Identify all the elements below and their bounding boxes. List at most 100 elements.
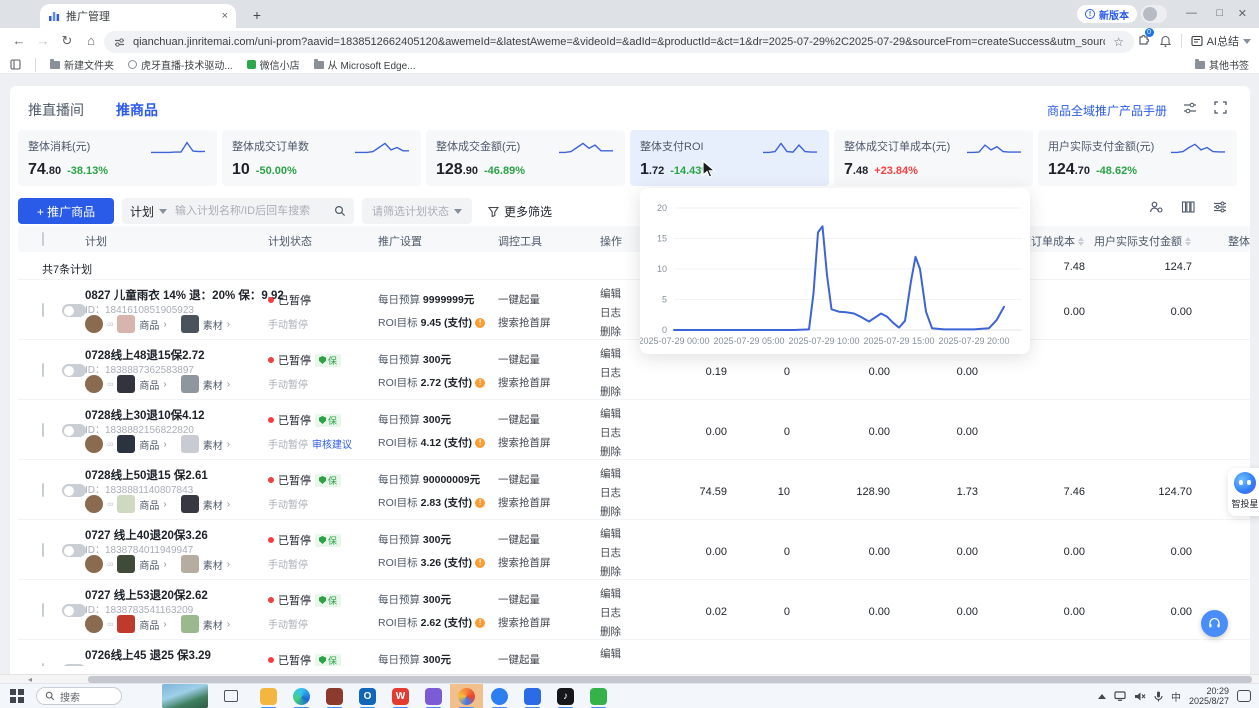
material-link[interactable]: 素材 xyxy=(203,497,223,512)
operation-link[interactable]: 编辑 xyxy=(600,286,621,301)
tool-link[interactable]: 一键起量 xyxy=(498,592,551,607)
operation-link[interactable]: 编辑 xyxy=(600,586,621,601)
extension-icon[interactable]: 0 xyxy=(1137,32,1150,50)
display-icon[interactable] xyxy=(1114,691,1126,701)
taskbar-app-blue-app[interactable] xyxy=(516,684,549,708)
taskbar-app-green-app[interactable] xyxy=(582,684,615,708)
tool-link[interactable]: 一键起量 xyxy=(498,412,551,427)
material-link[interactable]: 素材 xyxy=(203,617,223,632)
row-toggle-switch[interactable] xyxy=(62,484,86,497)
info-icon[interactable]: ! xyxy=(475,318,485,328)
taskbar-app-wps[interactable]: W xyxy=(384,684,417,708)
stat-card-2[interactable]: 整体成交金额(元)128.90-46.89% xyxy=(426,130,625,186)
product-link[interactable]: 商品 xyxy=(139,437,159,452)
filter-settings-icon[interactable] xyxy=(1213,200,1227,214)
task-view-icon[interactable] xyxy=(224,690,238,702)
taskbar-app-blue-circle-app[interactable] xyxy=(483,684,516,708)
other-bookmarks[interactable]: 其他书签 xyxy=(1195,57,1249,72)
forward-button[interactable]: → xyxy=(34,33,52,48)
material-link[interactable]: 素材 xyxy=(203,377,223,392)
tab-products[interactable]: 推商品 xyxy=(116,100,158,120)
plan-status-select[interactable]: 请筛选计划状态 xyxy=(362,198,472,224)
tool-link[interactable]: 搜索抢首屏 xyxy=(498,615,551,630)
profile-avatar[interactable] xyxy=(1141,5,1167,23)
info-icon[interactable]: ! xyxy=(475,498,485,508)
stat-card-1[interactable]: 整体成交订单数10-50.00% xyxy=(222,130,421,186)
window-minimize-button[interactable]: — xyxy=(1186,7,1197,19)
operation-link[interactable]: 编辑 xyxy=(600,346,621,361)
operation-link[interactable]: 编辑 xyxy=(600,526,621,541)
operation-link[interactable]: 日志 xyxy=(600,485,621,500)
tool-link[interactable]: 搜索抢首屏 xyxy=(498,315,551,330)
ai-summary-button[interactable]: AI总结 xyxy=(1191,33,1251,49)
review-suggestion-link[interactable]: 审核建议 xyxy=(312,440,352,451)
side-panel-icon[interactable] xyxy=(10,59,21,70)
display-settings-icon[interactable] xyxy=(1183,101,1197,115)
row-checkbox[interactable] xyxy=(42,363,44,377)
stat-card-4[interactable]: 整体成交订单成本(元)7.48+23.84% xyxy=(834,130,1033,186)
tune-icon[interactable] xyxy=(114,37,125,48)
window-maximize-button[interactable]: □ xyxy=(1216,7,1223,19)
tool-link[interactable]: 一键起量 xyxy=(498,532,551,547)
new-tab-button[interactable]: + xyxy=(248,7,266,23)
material-link[interactable]: 素材 xyxy=(203,437,223,452)
bookmark-star-icon[interactable]: ☆ xyxy=(1113,35,1124,49)
operation-link[interactable]: 日志 xyxy=(600,605,621,620)
plan-type-select[interactable]: 计划 xyxy=(122,203,175,220)
start-button[interactable] xyxy=(10,689,24,703)
operation-link[interactable]: 删除 xyxy=(600,564,621,579)
product-link[interactable]: 商品 xyxy=(139,617,159,632)
bell-icon[interactable] xyxy=(1159,35,1172,48)
bookmark-item[interactable]: 微信小店 xyxy=(247,57,300,72)
row-toggle-switch[interactable] xyxy=(62,304,86,317)
tab-live-room[interactable]: 推直播间 xyxy=(28,100,84,120)
taskbar-app-file-explorer[interactable] xyxy=(252,684,285,708)
product-link[interactable]: 商品 xyxy=(139,377,159,392)
row-toggle-switch[interactable] xyxy=(62,424,86,437)
search-icon[interactable] xyxy=(334,205,346,217)
sort-icon[interactable] xyxy=(1185,237,1192,246)
weather-widget-thumbnail[interactable] xyxy=(162,684,208,708)
row-toggle-switch[interactable] xyxy=(62,364,86,377)
bookmark-item[interactable]: 从 Microsoft Edge... xyxy=(314,57,416,72)
taskbar-app-purple-app[interactable] xyxy=(417,684,450,708)
row-toggle-switch[interactable] xyxy=(62,544,86,557)
tab-close-icon[interactable]: × xyxy=(222,10,228,22)
operation-link[interactable]: 编辑 xyxy=(600,646,621,661)
row-toggle-switch[interactable] xyxy=(62,604,86,617)
row-checkbox[interactable] xyxy=(42,543,44,557)
taskbar-search[interactable]: 搜索 xyxy=(36,687,122,705)
operation-link[interactable]: 删除 xyxy=(600,624,621,639)
operation-link[interactable]: 编辑 xyxy=(600,466,621,481)
operation-link[interactable]: 编辑 xyxy=(600,406,621,421)
column-settings-icon[interactable] xyxy=(1181,200,1195,214)
tool-link[interactable]: 一键起量 xyxy=(498,352,551,367)
more-filters-button[interactable]: 更多筛选 xyxy=(488,203,552,220)
speaker-mute-icon[interactable] xyxy=(1134,691,1146,702)
column-header[interactable]: 整体 xyxy=(1228,233,1250,249)
taskbar-clock[interactable]: 20:29 2025/8/27 xyxy=(1189,686,1229,706)
microphone-icon[interactable] xyxy=(1154,691,1163,702)
address-bar[interactable]: qianchuan.jinritemai.com/uni-prom?aavid=… xyxy=(104,31,1134,53)
info-icon[interactable]: ! xyxy=(475,438,485,448)
tool-link[interactable]: 搜索抢首屏 xyxy=(498,495,551,510)
fullscreen-icon[interactable] xyxy=(1214,101,1227,114)
taskbar-app-douyin[interactable]: ♪ xyxy=(549,684,582,708)
new-version-button[interactable]: ! 新版本 xyxy=(1077,5,1137,23)
product-link[interactable]: 商品 xyxy=(139,317,159,332)
browser-tab[interactable]: 推广管理 × xyxy=(40,4,236,28)
operation-link[interactable]: 日志 xyxy=(600,305,621,320)
notification-center-icon[interactable] xyxy=(1237,690,1251,702)
operation-link[interactable]: 删除 xyxy=(600,504,621,519)
sort-icon[interactable] xyxy=(1078,237,1085,246)
product-manual-link[interactable]: 商品全域推广产品手册 xyxy=(1047,102,1167,119)
operation-link[interactable]: 日志 xyxy=(600,365,621,380)
smart-assistant-widget[interactable]: 智投星 xyxy=(1228,468,1259,516)
plan-search-input[interactable] xyxy=(175,205,334,217)
row-checkbox[interactable] xyxy=(42,423,44,437)
row-checkbox[interactable] xyxy=(42,303,44,317)
row-checkbox[interactable] xyxy=(42,603,44,617)
info-icon[interactable]: ! xyxy=(475,618,485,628)
tool-link[interactable]: 一键起量 xyxy=(498,292,551,307)
stat-card-0[interactable]: 整体消耗(元)74.80-38.13% xyxy=(18,130,217,186)
